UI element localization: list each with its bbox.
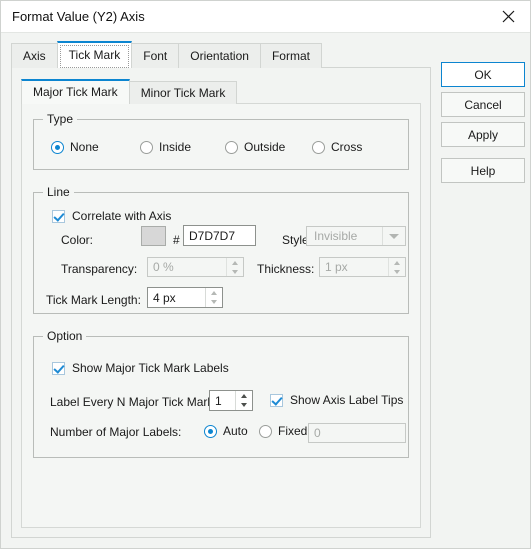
subtab-major-label: Major Tick Mark [33,85,118,99]
radio-labels-auto[interactable]: Auto [204,424,248,438]
tab-orientation-label: Orientation [190,49,249,63]
tab-font-label: Font [143,49,168,63]
auto-label: Auto [223,424,248,438]
style-value: Invisible [314,229,358,243]
transparency-stepper-buttons[interactable] [226,258,243,276]
radio-cross-indicator [312,140,325,154]
cancel-button[interactable]: Cancel [441,92,525,117]
transparency-label: Transparency: [61,262,138,276]
transparency-stepper[interactable]: 0 % [147,257,244,277]
radio-outside-label: Outside [244,140,286,154]
checkbox-show-major-tick-mark-labels[interactable]: Show Major Tick Mark Labels [52,361,229,375]
line-group-legend: Line [43,186,74,198]
subtab-major-tick-mark[interactable]: Major Tick Mark [21,79,130,104]
tick-mark-length-decrement[interactable] [206,298,222,308]
radio-type-inside[interactable]: Inside [140,140,191,154]
fixed-count-value: 0 [314,426,321,440]
fixed-radio-indicator [259,424,272,438]
type-group-legend: Type [43,113,78,125]
tick-mark-length-stepper-buttons[interactable] [205,288,222,307]
thickness-value: 1 px [325,260,348,274]
transparency-increment[interactable] [227,258,243,267]
radio-none-indicator [51,140,64,154]
format-axis-dialog: Format Value (Y2) Axis Axis Tick Mark Fo… [0,0,531,549]
label-every-n-decrement[interactable] [236,401,252,411]
tab-orientation[interactable]: Orientation [178,43,261,68]
radio-outside-indicator [225,140,238,154]
label-every-n-stepper[interactable]: 1 [209,390,253,411]
tab-format[interactable]: Format [259,43,322,68]
subtab-minor-tick-mark[interactable]: Minor Tick Mark [128,81,238,104]
subtab-minor-label: Minor Tick Mark [140,86,226,100]
tab-tick-mark[interactable]: Tick Mark [56,41,133,68]
label-every-n-increment[interactable] [236,391,252,401]
tab-axis[interactable]: Axis [11,43,58,68]
color-swatch[interactable] [141,226,166,246]
radio-inside-indicator [140,140,153,154]
color-hex-value: D7D7D7 [189,228,236,243]
cancel-button-label: Cancel [464,97,502,112]
label-every-n-label: Label Every N Major Tick Marks: [50,395,223,409]
radio-cross-label: Cross [331,140,363,154]
label-every-n-stepper-buttons[interactable] [235,391,252,410]
color-hex-input[interactable]: D7D7D7 [183,225,256,246]
color-label: Color: [61,233,94,247]
apply-button-label: Apply [467,127,499,142]
sub-tab-strip: Major Tick Mark Minor Tick Mark [21,79,238,104]
label-every-n-value: 1 [215,393,222,408]
radio-type-none[interactable]: None [51,140,99,154]
thickness-stepper-buttons[interactable] [388,258,405,276]
correlate-label: Correlate with Axis [72,209,172,223]
number-of-major-labels-label: Number of Major Labels: [50,425,182,439]
tick-mark-length-value: 4 px [153,290,176,305]
hash-prefix: # [173,233,180,247]
transparency-value: 0 % [153,260,174,274]
auto-radio-indicator [204,424,217,438]
style-dropdown[interactable]: Invisible [306,226,406,246]
show-axis-label-tips-label: Show Axis Label Tips [290,393,404,407]
checkbox-show-axis-label-tips[interactable]: Show Axis Label Tips [270,393,403,407]
tick-mark-length-stepper[interactable]: 4 px [147,287,223,308]
dialog-title: Format Value (Y2) Axis [12,9,145,24]
chevron-down-icon[interactable] [382,227,405,245]
title-bar: Format Value (Y2) Axis [1,1,530,33]
radio-type-cross[interactable]: Cross [312,140,362,154]
checkbox-correlate-with-axis[interactable]: Correlate with Axis [52,209,171,223]
thickness-stepper[interactable]: 1 px [319,257,406,277]
apply-button[interactable]: Apply [441,122,525,147]
radio-type-outside[interactable]: Outside [225,140,285,154]
show-axis-label-tips-checkbox-indicator [270,393,283,407]
radio-none-label: None [70,140,99,154]
tick-mark-length-increment[interactable] [206,288,222,298]
tab-tick-mark-label: Tick Mark [68,48,121,62]
option-group-legend: Option [43,330,87,342]
thickness-decrement[interactable] [389,267,405,276]
correlate-checkbox-indicator [52,209,65,223]
fixed-label: Fixed [278,424,308,438]
thickness-label: Thickness: [257,262,315,276]
tab-format-label: Format [271,49,310,63]
help-button-label: Help [470,163,496,178]
tick-mark-length-label: Tick Mark Length: [46,293,141,307]
fixed-count-input[interactable]: 0 [308,423,406,443]
tab-axis-label: Axis [23,49,46,63]
radio-inside-label: Inside [159,140,192,154]
tab-font[interactable]: Font [131,43,180,68]
ok-button-label: OK [474,67,492,82]
help-button[interactable]: Help [441,158,525,183]
show-major-labels-label: Show Major Tick Mark Labels [72,361,229,375]
ok-button[interactable]: OK [441,62,525,87]
main-tab-strip: Axis Tick Mark Font Orientation Format [11,41,322,68]
close-icon[interactable] [486,1,530,32]
radio-labels-fixed[interactable]: Fixed [259,424,307,438]
thickness-increment[interactable] [389,258,405,267]
show-major-labels-checkbox-indicator [52,361,65,375]
transparency-decrement[interactable] [227,267,243,276]
